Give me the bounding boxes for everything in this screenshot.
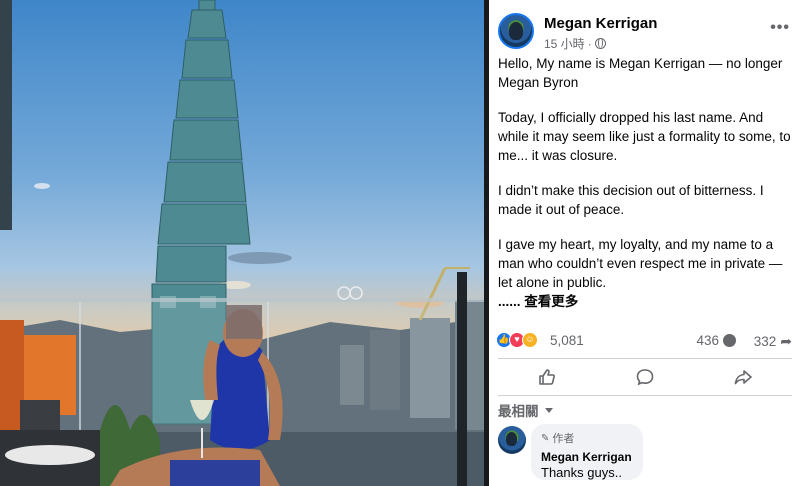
comment-item: ✎ 作者 Megan Kerrigan Thanks guys.. — [498, 424, 792, 486]
pen-icon: ✎ — [541, 432, 550, 444]
care-reaction-icon: ☺ — [522, 332, 538, 348]
commenter-avatar[interactable] — [498, 426, 526, 454]
post-time[interactable]: 15 小時 — [544, 35, 585, 52]
meta-dot: · — [587, 36, 592, 51]
comment-bubble: ✎ 作者 Megan Kerrigan Thanks guys.. — [531, 424, 643, 480]
commenter-name[interactable]: Megan Kerrigan — [541, 450, 633, 464]
like-button[interactable] — [498, 361, 596, 393]
author-avatar[interactable] — [498, 13, 534, 49]
post-paragraph: Today, I officially dropped his last nam… — [498, 110, 791, 163]
photo-scene — [0, 0, 484, 486]
post-meta: 15 小時 · — [544, 35, 606, 52]
comment-filter-dropdown[interactable]: 最相關 — [498, 400, 553, 420]
see-more-link[interactable]: ...... 查看更多 — [498, 292, 794, 311]
reaction-summary: 👍 ♥ ☺ 5,081 436 332 ➦ — [496, 331, 794, 351]
thumbs-up-icon — [539, 369, 555, 385]
globe-icon[interactable] — [594, 38, 606, 49]
more-options-icon[interactable]: ••• — [770, 19, 790, 37]
speech-bubble-icon — [636, 369, 654, 386]
comment-text: Thanks guys.. — [541, 465, 622, 480]
divider — [498, 395, 792, 396]
post-panel: Megan Kerrigan 15 小時 · ••• Hello, My nam… — [489, 0, 800, 486]
author-badge-label: 作者 — [552, 433, 575, 445]
post-paragraph: I didn’t make this decision out of bitte… — [498, 183, 764, 217]
post-photo[interactable] — [0, 0, 484, 486]
share-count-value: 332 — [753, 334, 777, 349]
share-arrow-small-icon: ➦ — [780, 333, 792, 349]
comment-filter-label: 最相關 — [498, 404, 539, 419]
share-arrow-icon — [734, 370, 752, 385]
post-paragraph: Hello, My name is Megan Kerrigan — no lo… — [498, 56, 783, 90]
share-button[interactable] — [694, 361, 792, 393]
comment-bubble-icon — [723, 334, 736, 347]
author-badge: ✎ 作者 — [541, 430, 633, 446]
share-count[interactable]: 332 ➦ — [754, 333, 792, 350]
post-actions — [498, 361, 792, 393]
author-name[interactable]: Megan Kerrigan — [544, 15, 657, 32]
caret-down-icon — [544, 407, 553, 413]
comment-count-value: 436 — [696, 333, 719, 348]
reaction-icons[interactable]: 👍 ♥ ☺ — [496, 332, 538, 348]
comment-count[interactable]: 436 — [696, 333, 736, 348]
post-header: Megan Kerrigan 15 小時 · ••• — [498, 13, 794, 53]
comment-button[interactable] — [596, 361, 694, 393]
divider — [498, 358, 792, 359]
reaction-count[interactable]: 5,081 — [550, 333, 584, 348]
post-text: Hello, My name is Megan Kerrigan — no lo… — [498, 54, 794, 311]
post-paragraph: I gave my heart, my loyalty, and my name… — [498, 237, 783, 290]
